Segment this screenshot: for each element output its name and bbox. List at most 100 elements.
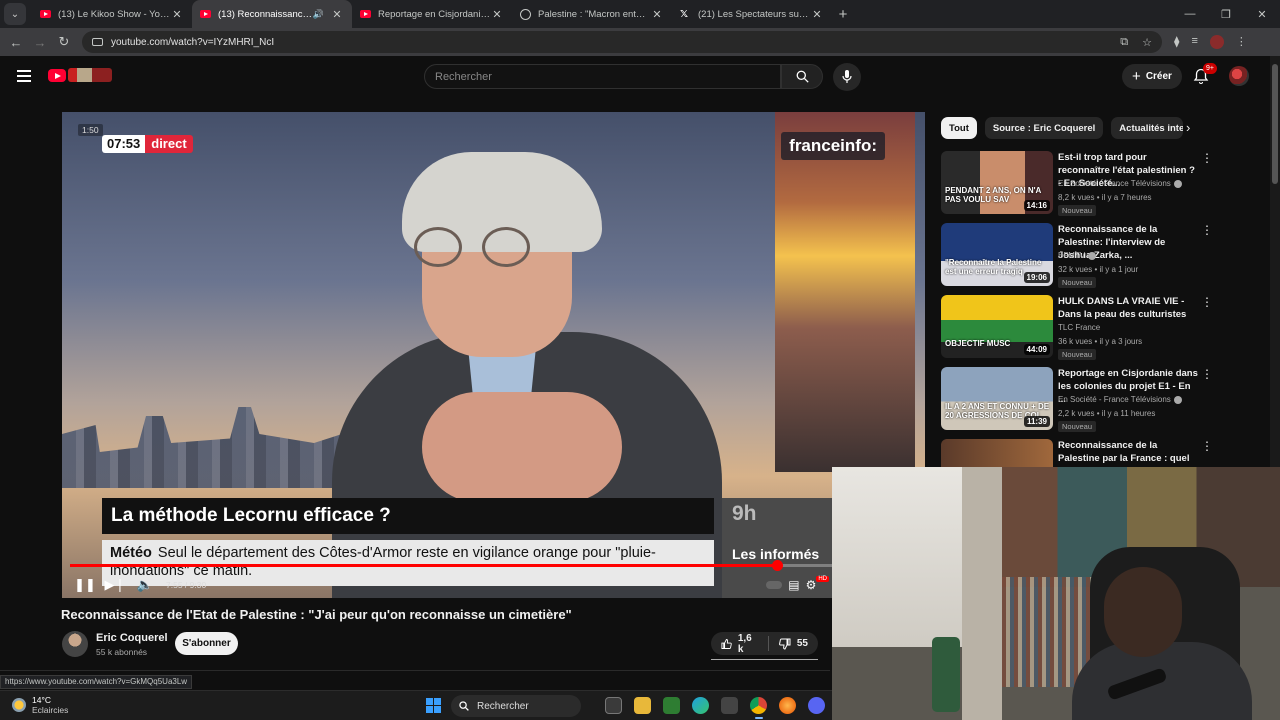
close-icon[interactable]: ✕ (490, 8, 504, 21)
video-duration: 11:39 (1023, 416, 1050, 427)
video-thumbnail[interactable]: "Reconnaître la Palestine est une erreur… (941, 223, 1053, 286)
browser-tab-active[interactable]: (13) Reconnaissance de l'Etat 🔊 ✕ (192, 0, 352, 28)
chip-source[interactable]: Source : Eric Coquerel (984, 117, 1104, 139)
nvidia-app-icon[interactable] (663, 697, 680, 714)
forward-icon[interactable]: → (28, 35, 52, 50)
program-hour: 9h (732, 502, 757, 525)
progress-bar[interactable] (70, 560, 917, 571)
windows-start-icon[interactable] (426, 698, 441, 713)
chrome-icon[interactable] (750, 697, 767, 714)
recommendation-item[interactable]: OBJECTIF MUSC 44:09 HULK DANS LA VRAIE V… (941, 295, 1261, 360)
close-icon[interactable]: ✕ (170, 8, 184, 21)
recommendation-item[interactable]: "Reconnaître la Palestine est une erreur… (941, 223, 1261, 288)
install-icon[interactable]: ⧉ (1120, 36, 1128, 49)
url-field[interactable]: youtube.com/watch?v=IYzMHRI_NcI ⧉ ☆ (82, 31, 1162, 53)
browser-tab[interactable]: 𝕏 (21) Les Spectateurs sur X : " ✕ (672, 0, 832, 28)
dislike-button[interactable]: 55 (769, 638, 818, 650)
video-overlay-timestamp: 1:50 (78, 124, 103, 136)
more-options-icon[interactable]: ⋮ (1201, 367, 1213, 381)
progress-played (70, 564, 778, 567)
new-badge: Nouveau (1058, 205, 1097, 216)
search-input[interactable]: Rechercher (424, 64, 781, 89)
search-button[interactable] (781, 64, 823, 89)
more-options-icon[interactable]: ⋮ (1201, 151, 1213, 165)
tab-media-icon[interactable]: ≡ (1191, 35, 1197, 49)
speaker-icon[interactable]: 🔊 (313, 9, 324, 20)
task-view-icon[interactable] (605, 697, 622, 714)
discord-icon[interactable] (808, 697, 825, 714)
tab-title: (13) Le Kikoo Show - YouTube (58, 8, 170, 20)
account-avatar[interactable] (1229, 66, 1249, 86)
tab-title: Reportage en Cisjordanie dans (378, 8, 490, 20)
bookmark-star-icon[interactable]: ☆ (1142, 36, 1152, 49)
channel-name[interactable]: Eric Coquerel (96, 632, 168, 644)
video-thumbnail[interactable]: PENDANT 2 ANS, ON N'A PAS VOULU SAV 14:1… (941, 151, 1053, 214)
close-icon[interactable]: ✕ (810, 8, 824, 21)
close-icon[interactable]: ✕ (330, 8, 344, 21)
menu-icon[interactable] (17, 70, 31, 85)
youtube-icon (360, 10, 371, 18)
broadcast-clock: 07:53 direct (102, 135, 193, 153)
create-button[interactable]: + Créer (1122, 64, 1182, 89)
close-window-icon[interactable]: ✕ (1244, 8, 1280, 21)
reload-icon[interactable]: ↻ (52, 34, 76, 50)
browser-tab[interactable]: Reportage en Cisjordanie dans ✕ (352, 0, 512, 28)
more-options-icon[interactable]: ⋮ (1201, 295, 1213, 309)
active-app-indicator (755, 717, 763, 719)
chevron-right-icon[interactable]: › (1186, 120, 1190, 135)
minimize-icon[interactable]: — (1172, 8, 1208, 21)
thumbs-down-icon (778, 638, 791, 650)
weather-condition: Eclaircies (32, 705, 69, 715)
browser-menu-icon[interactable]: ⋮ (1236, 35, 1247, 49)
globe-icon (520, 8, 531, 20)
youtube-doodle-logo[interactable] (68, 68, 112, 82)
browser-tab[interactable]: (13) Le Kikoo Show - YouTube ✕ (32, 0, 192, 28)
temperature: 14°C (32, 695, 51, 705)
more-options-icon[interactable]: ⋮ (1201, 439, 1213, 453)
store-icon[interactable] (721, 697, 738, 714)
tab-search-button[interactable]: ⌄ (4, 3, 26, 25)
new-tab-button[interactable]: + (832, 6, 854, 23)
file-explorer-icon[interactable] (634, 697, 651, 714)
next-icon[interactable]: ▶❘ (100, 577, 130, 593)
autoplay-toggle[interactable] (766, 581, 783, 589)
channel-avatar[interactable] (62, 631, 88, 657)
browser-tab[interactable]: Palestine : "Macron entérine ce ✕ (512, 0, 672, 28)
subtitles-icon[interactable]: ▤ (788, 578, 799, 592)
recommendation-meta: 32 k vues • il y a 1 jour (1058, 265, 1139, 274)
recommendation-title[interactable]: HULK DANS LA VRAIE VIE - Dans la peau de… (1058, 295, 1198, 321)
more-options-icon[interactable]: ⋮ (1201, 223, 1213, 237)
profile-avatar[interactable] (1209, 35, 1224, 49)
like-button[interactable]: 1,6 k (711, 633, 769, 655)
live-badge: direct (145, 135, 193, 153)
channel-label: En Société - France Télévisions (1058, 395, 1171, 404)
video-thumbnail[interactable]: IL A 2 ANS ET CONNU + DE 20 AGRESSIONS D… (941, 367, 1053, 430)
taskbar-search[interactable]: Rechercher (451, 695, 581, 717)
site-info-icon[interactable] (92, 38, 103, 46)
recommendation-item[interactable]: PENDANT 2 ANS, ON N'A PAS VOULU SAV 14:1… (941, 151, 1261, 216)
extensions-icon[interactable]: ⧫ (1174, 35, 1179, 49)
firefox-icon[interactable] (779, 697, 796, 714)
settings-gear-icon[interactable]: ⚙ (806, 578, 817, 592)
weather-sun-icon (12, 698, 26, 712)
recommendation-item[interactable]: IL A 2 ANS ET CONNU + DE 20 AGRESSIONS D… (941, 367, 1261, 432)
subscribe-button[interactable]: S'abonner (175, 632, 238, 655)
video-player[interactable]: 1:50 07:53 direct franceinfo: La méthode… (62, 112, 925, 598)
video-thumbnail[interactable]: OBJECTIF MUSC 44:09 (941, 295, 1053, 358)
chip-all[interactable]: Tout (941, 117, 977, 139)
scrollbar-thumb[interactable] (1272, 64, 1278, 184)
maximize-icon[interactable]: ❐ (1208, 8, 1244, 21)
volume-icon[interactable]: 🔈 (130, 577, 160, 593)
edge-icon[interactable] (692, 697, 709, 714)
pause-icon[interactable]: ❚❚ (70, 577, 100, 593)
close-icon[interactable]: ✕ (650, 8, 664, 21)
youtube-logo[interactable] (48, 69, 66, 82)
voice-search-button[interactable] (833, 63, 861, 91)
bottle (932, 637, 960, 712)
like-count: 1,6 k (737, 632, 752, 655)
weather-widget[interactable]: 14°C Eclaircies (12, 695, 68, 715)
thumbs-up-icon (721, 638, 732, 649)
chip-news[interactable]: Actualités interna (1111, 117, 1184, 139)
player-controls: ❚❚ ▶❘ 🔈 7:55 / 9:30 ▤ ⚙ HD (62, 572, 925, 598)
back-icon[interactable]: ← (4, 35, 28, 50)
